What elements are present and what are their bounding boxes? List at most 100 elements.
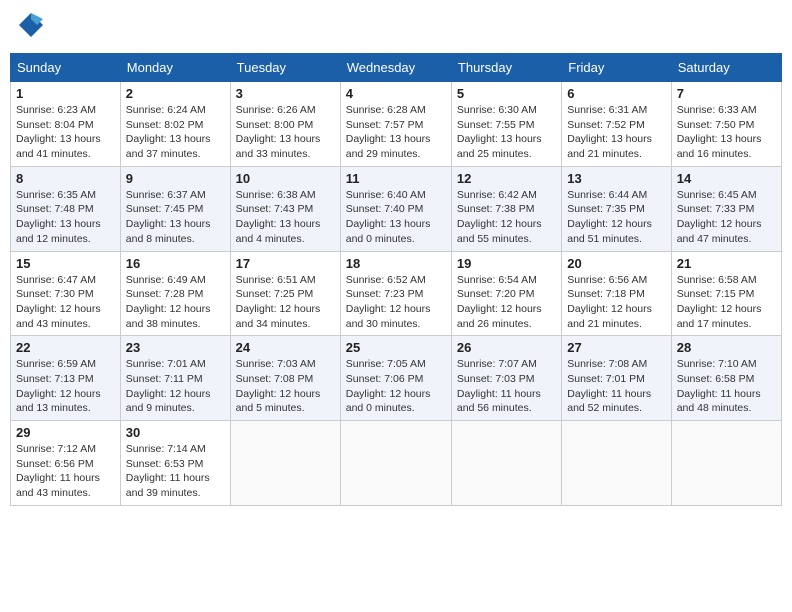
calendar-cell: 25 Sunrise: 7:05 AMSunset: 7:06 PMDayligh… xyxy=(340,336,451,421)
day-number: 14 xyxy=(677,171,776,186)
day-number: 3 xyxy=(236,86,335,101)
weekday-header: Thursday xyxy=(451,54,561,82)
day-number: 13 xyxy=(567,171,665,186)
calendar-cell: 18 Sunrise: 6:52 AMSunset: 7:23 PMDayligh… xyxy=(340,251,451,336)
day-number: 24 xyxy=(236,340,335,355)
day-info: Sunrise: 7:05 AMSunset: 7:06 PMDaylight:… xyxy=(346,357,446,416)
calendar-cell: 27 Sunrise: 7:08 AMSunset: 7:01 PMDayligh… xyxy=(562,336,671,421)
day-number: 6 xyxy=(567,86,665,101)
day-info: Sunrise: 7:07 AMSunset: 7:03 PMDaylight:… xyxy=(457,357,556,416)
day-info: Sunrise: 6:37 AMSunset: 7:45 PMDaylight:… xyxy=(126,188,225,247)
day-number: 21 xyxy=(677,256,776,271)
calendar-cell: 7 Sunrise: 6:33 AMSunset: 7:50 PMDaylight… xyxy=(671,82,781,167)
day-number: 22 xyxy=(16,340,115,355)
day-number: 9 xyxy=(126,171,225,186)
day-number: 19 xyxy=(457,256,556,271)
calendar-cell: 21 Sunrise: 6:58 AMSunset: 7:15 PMDayligh… xyxy=(671,251,781,336)
day-number: 29 xyxy=(16,425,115,440)
day-number: 12 xyxy=(457,171,556,186)
day-info: Sunrise: 6:35 AMSunset: 7:48 PMDaylight:… xyxy=(16,188,115,247)
calendar-cell: 22 Sunrise: 6:59 AMSunset: 7:13 PMDayligh… xyxy=(11,336,121,421)
calendar-cell: 11Sunrise: 6:40 AMSunset: 7:40 PMDayligh… xyxy=(340,166,451,251)
calendar-cell: 3 Sunrise: 6:26 AMSunset: 8:00 PMDaylight… xyxy=(230,82,340,167)
day-info: Sunrise: 7:08 AMSunset: 7:01 PMDaylight:… xyxy=(567,357,665,416)
day-number: 4 xyxy=(346,86,446,101)
day-number: 5 xyxy=(457,86,556,101)
day-info: Sunrise: 6:56 AMSunset: 7:18 PMDaylight:… xyxy=(567,273,665,332)
calendar-cell: 24 Sunrise: 7:03 AMSunset: 7:08 PMDayligh… xyxy=(230,336,340,421)
day-info: Sunrise: 6:47 AMSunset: 7:30 PMDaylight:… xyxy=(16,273,115,332)
day-info: Sunrise: 6:26 AMSunset: 8:00 PMDaylight:… xyxy=(236,103,335,162)
logo xyxy=(14,10,50,45)
day-info: Sunrise: 6:30 AMSunset: 7:55 PMDaylight:… xyxy=(457,103,556,162)
day-info: Sunrise: 6:33 AMSunset: 7:50 PMDaylight:… xyxy=(677,103,776,162)
calendar-cell: 30 Sunrise: 7:14 AMSunset: 6:53 PMDayligh… xyxy=(120,421,230,506)
calendar-cell: 17 Sunrise: 6:51 AMSunset: 7:25 PMDayligh… xyxy=(230,251,340,336)
day-number: 16 xyxy=(126,256,225,271)
day-info: Sunrise: 6:54 AMSunset: 7:20 PMDaylight:… xyxy=(457,273,556,332)
day-number: 10 xyxy=(236,171,335,186)
calendar-cell: 29 Sunrise: 7:12 AMSunset: 6:56 PMDayligh… xyxy=(11,421,121,506)
day-info: Sunrise: 6:51 AMSunset: 7:25 PMDaylight:… xyxy=(236,273,335,332)
calendar-cell xyxy=(671,421,781,506)
weekday-header: Wednesday xyxy=(340,54,451,82)
page-header xyxy=(10,10,782,45)
day-number: 2 xyxy=(126,86,225,101)
weekday-header: Sunday xyxy=(11,54,121,82)
calendar-cell: 5 Sunrise: 6:30 AMSunset: 7:55 PMDaylight… xyxy=(451,82,561,167)
calendar-table: SundayMondayTuesdayWednesdayThursdayFrid… xyxy=(10,53,782,506)
day-number: 20 xyxy=(567,256,665,271)
weekday-header: Monday xyxy=(120,54,230,82)
day-info: Sunrise: 6:58 AMSunset: 7:15 PMDaylight:… xyxy=(677,273,776,332)
day-number: 8 xyxy=(16,171,115,186)
calendar-cell: 1 Sunrise: 6:23 AMSunset: 8:04 PMDaylight… xyxy=(11,82,121,167)
day-info: Sunrise: 6:49 AMSunset: 7:28 PMDaylight:… xyxy=(126,273,225,332)
day-info: Sunrise: 6:59 AMSunset: 7:13 PMDaylight:… xyxy=(16,357,115,416)
calendar-cell: 13 Sunrise: 6:44 AMSunset: 7:35 PMDayligh… xyxy=(562,166,671,251)
calendar-cell xyxy=(340,421,451,506)
day-info: Sunrise: 6:42 AMSunset: 7:38 PMDaylight:… xyxy=(457,188,556,247)
calendar-cell: 9 Sunrise: 6:37 AMSunset: 7:45 PMDaylight… xyxy=(120,166,230,251)
day-info: Sunrise: 6:40 AMSunset: 7:40 PMDaylight:… xyxy=(346,188,446,247)
day-number: 18 xyxy=(346,256,446,271)
calendar-cell: 15 Sunrise: 6:47 AMSunset: 7:30 PMDayligh… xyxy=(11,251,121,336)
calendar-cell xyxy=(562,421,671,506)
weekday-header: Saturday xyxy=(671,54,781,82)
calendar-cell xyxy=(451,421,561,506)
weekday-header: Tuesday xyxy=(230,54,340,82)
calendar-cell: 4 Sunrise: 6:28 AMSunset: 7:57 PMDaylight… xyxy=(340,82,451,167)
calendar-cell xyxy=(230,421,340,506)
calendar-cell: 20 Sunrise: 6:56 AMSunset: 7:18 PMDayligh… xyxy=(562,251,671,336)
calendar-cell: 6Sunrise: 6:31 AMSunset: 7:52 PMDaylight… xyxy=(562,82,671,167)
calendar-cell: 14 Sunrise: 6:45 AMSunset: 7:33 PMDayligh… xyxy=(671,166,781,251)
calendar-cell: 19 Sunrise: 6:54 AMSunset: 7:20 PMDayligh… xyxy=(451,251,561,336)
day-info: Sunrise: 7:12 AMSunset: 6:56 PMDaylight:… xyxy=(16,442,115,501)
calendar-cell: 12 Sunrise: 6:42 AMSunset: 7:38 PMDayligh… xyxy=(451,166,561,251)
day-info: Sunrise: 6:24 AMSunset: 8:02 PMDaylight:… xyxy=(126,103,225,162)
day-info: Sunrise: 6:52 AMSunset: 7:23 PMDaylight:… xyxy=(346,273,446,332)
day-info: Sunrise: 6:23 AMSunset: 8:04 PMDaylight:… xyxy=(16,103,115,162)
day-number: 7 xyxy=(677,86,776,101)
day-info: Sunrise: 7:14 AMSunset: 6:53 PMDaylight:… xyxy=(126,442,225,501)
day-info: Sunrise: 6:28 AMSunset: 7:57 PMDaylight:… xyxy=(346,103,446,162)
day-info: Sunrise: 7:10 AMSunset: 6:58 PMDaylight:… xyxy=(677,357,776,416)
day-number: 15 xyxy=(16,256,115,271)
day-number: 30 xyxy=(126,425,225,440)
day-info: Sunrise: 7:03 AMSunset: 7:08 PMDaylight:… xyxy=(236,357,335,416)
day-number: 26 xyxy=(457,340,556,355)
calendar-cell: 2 Sunrise: 6:24 AMSunset: 8:02 PMDaylight… xyxy=(120,82,230,167)
day-number: 23 xyxy=(126,340,225,355)
day-info: Sunrise: 7:01 AMSunset: 7:11 PMDaylight:… xyxy=(126,357,225,416)
day-info: Sunrise: 6:44 AMSunset: 7:35 PMDaylight:… xyxy=(567,188,665,247)
calendar-cell: 10 Sunrise: 6:38 AMSunset: 7:43 PMDayligh… xyxy=(230,166,340,251)
calendar-cell: 23 Sunrise: 7:01 AMSunset: 7:11 PMDayligh… xyxy=(120,336,230,421)
calendar-cell: 8 Sunrise: 6:35 AMSunset: 7:48 PMDaylight… xyxy=(11,166,121,251)
day-info: Sunrise: 6:45 AMSunset: 7:33 PMDaylight:… xyxy=(677,188,776,247)
day-number: 1 xyxy=(16,86,115,101)
calendar-cell: 16 Sunrise: 6:49 AMSunset: 7:28 PMDayligh… xyxy=(120,251,230,336)
weekday-header: Friday xyxy=(562,54,671,82)
day-number: 27 xyxy=(567,340,665,355)
day-number: 17 xyxy=(236,256,335,271)
day-info: Sunrise: 6:38 AMSunset: 7:43 PMDaylight:… xyxy=(236,188,335,247)
day-number: 25 xyxy=(346,340,446,355)
